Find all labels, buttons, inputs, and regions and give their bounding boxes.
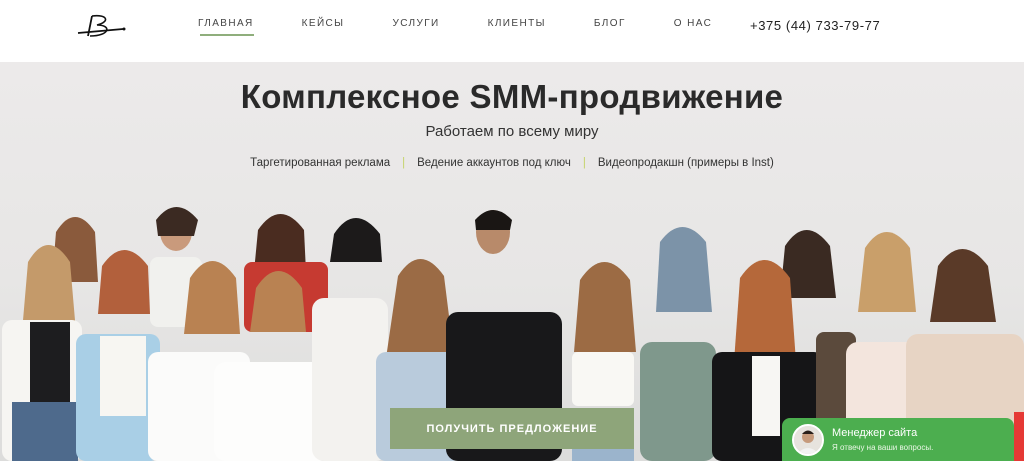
chat-widget[interactable]: Менеджер сайта Я отвечу на ваши вопросы. <box>782 418 1014 461</box>
chat-subtitle: Я отвечу на ваши вопросы. <box>832 443 934 452</box>
hero-section: Комплексное SMM-продвижение Работаем по … <box>0 62 1024 461</box>
nav-item-home[interactable]: ГЛАВНАЯ <box>198 18 254 36</box>
service-item[interactable]: Таргетированная реклама <box>250 157 390 169</box>
nav-item-cases[interactable]: КЕЙСЫ <box>302 18 345 29</box>
separator: | <box>402 157 406 169</box>
main-nav: ГЛАВНАЯ КЕЙСЫ УСЛУГИ КЛИЕНТЫ БЛОГ О НАС <box>198 18 760 36</box>
page-title: Комплексное SMM-продвижение <box>240 78 784 115</box>
nav-item-services[interactable]: УСЛУГИ <box>392 18 439 29</box>
phone-link[interactable]: +375 (44) 733-79-77 <box>750 18 880 33</box>
get-offer-button[interactable]: ПОЛУЧИТЬ ПРЕДЛОЖЕНИЕ <box>390 408 634 449</box>
chat-manager-name: Менеджер сайта <box>832 427 918 439</box>
service-item[interactable]: Ведение аккаунтов под ключ <box>417 157 571 169</box>
recaptcha-badge[interactable] <box>1014 412 1024 461</box>
avatar-person-icon <box>794 426 822 454</box>
header: ГЛАВНАЯ КЕЙСЫ УСЛУГИ КЛИЕНТЫ БЛОГ О НАС … <box>0 0 1024 62</box>
hero-subtitle: Работаем по всему миру <box>425 123 599 140</box>
nav-item-blog[interactable]: БЛОГ <box>594 18 626 29</box>
nav-item-about[interactable]: О НАС <box>674 18 712 29</box>
services-list: Таргетированная реклама | Ведение аккаунто… <box>0 157 1024 169</box>
logo-icon[interactable] <box>76 12 128 40</box>
nav-item-clients[interactable]: КЛИЕНТЫ <box>488 18 546 29</box>
service-item[interactable]: Видеопродакшн (примеры в Inst) <box>598 157 774 169</box>
separator: | <box>582 157 586 169</box>
avatar <box>792 424 824 456</box>
